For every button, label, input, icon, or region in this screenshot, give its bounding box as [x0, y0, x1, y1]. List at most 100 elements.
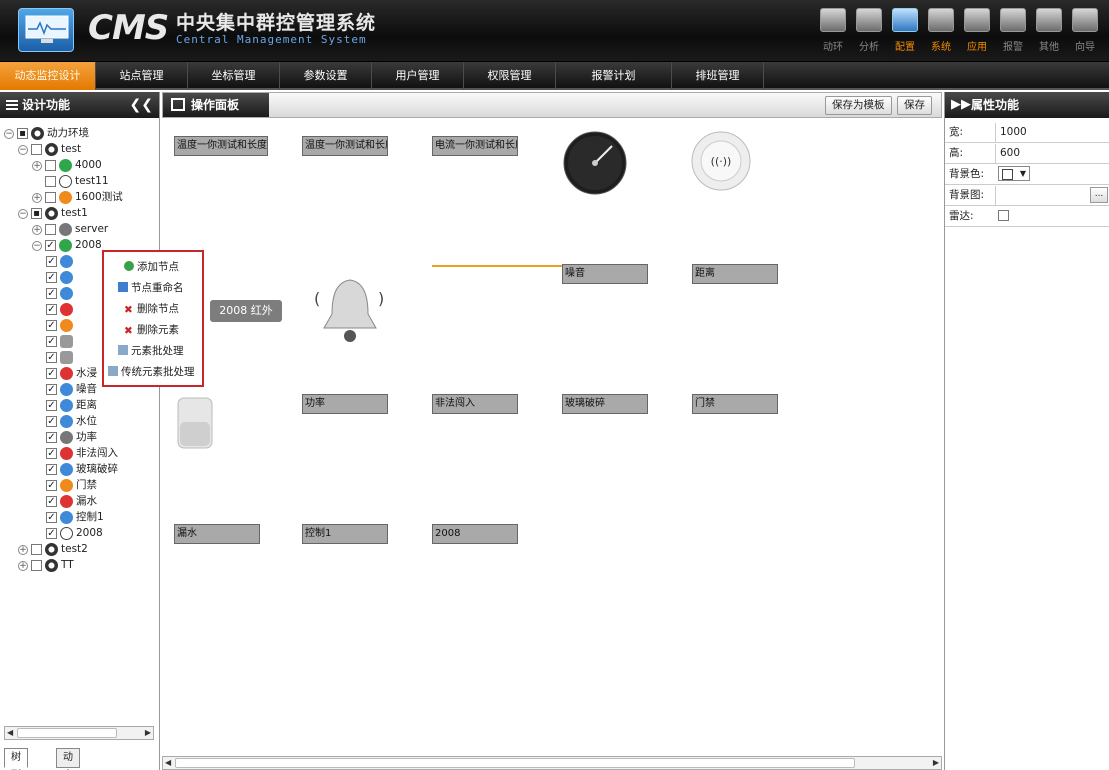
expand-icon[interactable]: +: [32, 192, 42, 203]
tree-node[interactable]: ✓: [46, 350, 76, 365]
element-temperature-2[interactable]: 温度一你测试和长度: [302, 136, 388, 156]
element-leak[interactable]: 漏水: [174, 524, 260, 544]
tree-checkbox[interactable]: ✓: [46, 336, 57, 347]
tree-node[interactable]: ✓: [46, 334, 76, 349]
menu-add-node[interactable]: 添加节点: [124, 258, 179, 276]
tree-checkbox[interactable]: ✓: [46, 272, 57, 283]
nav-alarm-plan[interactable]: 报警计划: [556, 62, 672, 90]
tool-system[interactable]: 系统: [923, 6, 959, 58]
menu-batch-elements[interactable]: 元素批处理: [118, 342, 184, 360]
tree-node[interactable]: − test: [18, 142, 81, 157]
tool-app[interactable]: 应用: [959, 6, 995, 58]
smoke-detector-icon[interactable]: ((·)): [690, 130, 752, 192]
element-glass-break[interactable]: 玻璃破碎: [562, 394, 648, 414]
tree-checkbox[interactable]: ✓: [46, 496, 57, 507]
collapse-left-icon[interactable]: ❮❮: [130, 92, 153, 118]
collapse-icon[interactable]: −: [4, 128, 14, 139]
menu-legacy-batch[interactable]: 传统元素批处理: [108, 363, 195, 381]
nav-coord-manage[interactable]: 坐标管理: [188, 62, 280, 90]
tree-node[interactable]: ✓ 漏水: [46, 494, 97, 509]
tree-node[interactable]: ✓ 水浸: [46, 366, 97, 381]
radar-checkbox[interactable]: [998, 210, 1009, 221]
tab-dynamic-design[interactable]: 动态设计: [56, 748, 80, 768]
tree-checkbox[interactable]: [45, 192, 56, 203]
tree-node[interactable]: +1600测试: [32, 190, 123, 205]
tree-checkbox[interactable]: ✓: [46, 416, 57, 427]
tree-checkbox[interactable]: [45, 224, 56, 235]
tree-checkbox[interactable]: ✓: [45, 240, 56, 251]
tree-node[interactable]: ✓ 控制1: [46, 510, 104, 525]
tree-node[interactable]: test11: [45, 174, 109, 189]
tree-node[interactable]: ✓ 噪音: [46, 382, 97, 397]
tree-checkbox[interactable]: ▪: [31, 208, 42, 219]
tree-node[interactable]: ✓ 距离: [46, 398, 97, 413]
element-distance[interactable]: 距离: [692, 264, 778, 284]
connector-line[interactable]: [432, 265, 562, 267]
tree-checkbox[interactable]: ✓: [46, 432, 57, 443]
tree-checkbox[interactable]: ✓: [46, 512, 57, 523]
element-door-access[interactable]: 门禁: [692, 394, 778, 414]
tree-checkbox[interactable]: ✓: [46, 448, 57, 459]
expand-icon[interactable]: +: [32, 160, 42, 171]
tree-node[interactable]: +4000: [32, 158, 102, 173]
tree-checkbox[interactable]: [31, 560, 42, 571]
tree-checkbox[interactable]: ✓: [46, 528, 57, 539]
tree-node[interactable]: ✓ 非法闯入: [46, 446, 118, 461]
tab-tree-list[interactable]: 树列表: [4, 748, 28, 768]
element-2008[interactable]: 2008: [432, 524, 518, 544]
tree-node[interactable]: ✓: [46, 318, 76, 333]
tree-checkbox[interactable]: ✓: [46, 352, 57, 363]
tree-node[interactable]: − ▪ test1: [18, 206, 88, 221]
tree-node[interactable]: ✓ 水位: [46, 414, 97, 429]
tree-node[interactable]: + test2: [18, 542, 88, 557]
collapse-icon[interactable]: −: [18, 208, 28, 219]
design-canvas[interactable]: 温度一你测试和长度和 温度一你测试和长度 电流一你测试和长度 ((·)) 噪音 …: [162, 118, 942, 756]
element-current[interactable]: 电流一你测试和长度: [432, 136, 518, 156]
expand-icon[interactable]: +: [18, 544, 28, 555]
tree-checkbox[interactable]: ✓: [46, 368, 57, 379]
tree-checkbox[interactable]: ✓: [46, 288, 57, 299]
alarm-bell-icon[interactable]: ( ): [312, 274, 388, 348]
tree-node[interactable]: ✓: [46, 286, 76, 301]
nav-schedule-manage[interactable]: 排班管理: [672, 62, 764, 90]
tree-node[interactable]: ✓: [46, 270, 76, 285]
tree-checkbox[interactable]: ✓: [46, 480, 57, 491]
save-button[interactable]: 保存: [897, 96, 932, 115]
expand-icon[interactable]: +: [18, 560, 28, 571]
element-intrusion[interactable]: 非法闯入: [432, 394, 518, 414]
tree-checkbox[interactable]: ✓: [46, 256, 57, 267]
collapse-icon[interactable]: −: [32, 240, 42, 251]
infrared-tag[interactable]: 2008 红外: [210, 300, 282, 322]
nav-permission-manage[interactable]: 权限管理: [464, 62, 556, 90]
tree-node[interactable]: − ▪ 动力环境: [4, 126, 89, 141]
tree-checkbox[interactable]: [45, 160, 56, 171]
expand-right-icon[interactable]: ▶▶: [951, 92, 971, 118]
tool-config[interactable]: 配置: [887, 6, 923, 58]
tree-node[interactable]: + server: [32, 222, 108, 237]
tree-checkbox[interactable]: [31, 544, 42, 555]
tree-checkbox[interactable]: ▪: [17, 128, 28, 139]
tree-checkbox[interactable]: ✓: [46, 384, 57, 395]
menu-delete-node[interactable]: ✖ 删除节点: [124, 300, 179, 318]
tree-node[interactable]: − ✓ 2008: [32, 238, 102, 253]
scroll-thumb[interactable]: [17, 728, 117, 738]
element-power[interactable]: 功率: [302, 394, 388, 414]
nav-dynamic-design[interactable]: 动态监控设计: [0, 62, 96, 90]
canvas-horizontal-scrollbar[interactable]: ◀ ▶: [162, 756, 942, 770]
menu-delete-element[interactable]: ✖ 删除元素: [124, 321, 179, 339]
menu-rename-node[interactable]: 节点重命名: [118, 279, 184, 297]
tree-node[interactable]: ✓ 门禁: [46, 478, 97, 493]
tree-node[interactable]: ✓: [46, 302, 76, 317]
collapse-icon[interactable]: −: [18, 144, 28, 155]
tree-checkbox[interactable]: [31, 144, 42, 155]
width-input[interactable]: 1000: [995, 123, 1107, 142]
tree-checkbox[interactable]: [45, 176, 56, 187]
tool-alarm[interactable]: 报警: [995, 6, 1031, 58]
nav-site-manage[interactable]: 站点管理: [96, 62, 188, 90]
height-input[interactable]: 600: [995, 144, 1107, 163]
element-temperature-1[interactable]: 温度一你测试和长度和: [174, 136, 268, 156]
scroll-thumb[interactable]: [175, 758, 855, 768]
scroll-left-icon[interactable]: ◀: [7, 728, 13, 737]
tree-node[interactable]: + TT: [18, 558, 74, 573]
tree-checkbox[interactable]: ✓: [46, 464, 57, 475]
